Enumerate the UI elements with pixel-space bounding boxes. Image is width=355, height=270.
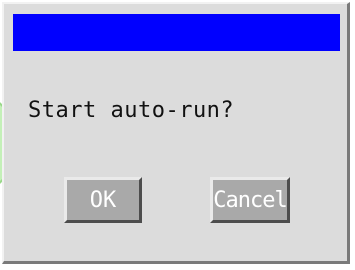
cancel-button[interactable]: Cancel [210, 177, 290, 223]
auto-run-dialog: Start auto-run? OK Cancel [2, 2, 350, 264]
dialog-title-bar[interactable] [13, 14, 340, 51]
ok-button[interactable]: OK [64, 177, 142, 223]
screen: Start auto-run? OK Cancel [0, 0, 355, 270]
dialog-message: Start auto-run? [28, 98, 235, 123]
